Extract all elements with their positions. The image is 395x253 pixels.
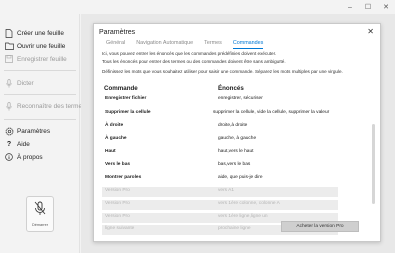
settings-dialog: Paramètres ✕ Général Navigation Automati… (93, 23, 381, 242)
sidebar-item-settings[interactable]: Paramètres (4, 125, 50, 137)
locked-command-row: Version Pro vers A1 (102, 187, 338, 197)
command-name: Supprimer la cellule (105, 110, 151, 115)
sidebar-item-save-sheet[interactable]: Enregistrer feuille (4, 53, 67, 65)
utterances-value: haut,vers le haut (218, 149, 254, 154)
sidebar-item-label: Créer une feuille (17, 29, 64, 37)
sidebar-item-recognize-terms[interactable]: Reconnaître des termes (4, 100, 85, 112)
close-icon[interactable]: ✕ (367, 27, 374, 36)
sidebar: Créer une feuille Ouvrir une feuille Enr… (0, 14, 85, 253)
microphone-icon (4, 101, 14, 111)
sidebar-divider (4, 94, 76, 95)
description-line: Tous les énoncés pour entrer des termes … (102, 59, 286, 64)
app-window: – ☐ ✕ Créer une feuille Ouvrir une feuil… (0, 0, 395, 253)
sidebar-item-open-sheet[interactable]: Ouvrir une feuille (4, 40, 65, 52)
minimize-icon[interactable]: – (341, 0, 359, 14)
sidebar-item-label: Enregistrer feuille (17, 55, 67, 63)
utterances-value: vers 1ère colonne, colonne A (218, 201, 280, 206)
sidebar-item-label: À propos (17, 153, 43, 161)
command-name: Version Pro (105, 188, 130, 193)
command-row[interactable]: Montrer paroles aide, que puis-je dire (102, 174, 338, 184)
sidebar-item-new-sheet[interactable]: Créer une feuille (4, 27, 64, 39)
command-name: Montrer paroles (105, 175, 142, 180)
microphone-icon (4, 78, 14, 88)
microphone-off-icon (34, 201, 46, 221)
info-icon (4, 152, 14, 162)
sidebar-item-label: Paramètres (17, 127, 51, 135)
utterances-value: droite,à droite (218, 123, 248, 128)
utterances-value: supprimer la cellule, vide la cellule, s… (213, 110, 330, 115)
maximize-icon[interactable]: ☐ (359, 0, 377, 14)
title-bar: – ☐ ✕ (0, 0, 395, 14)
sidebar-item-label: Ouvrir une feuille (17, 42, 66, 50)
command-name: Version Pro (105, 201, 130, 206)
command-name: À gauche (105, 136, 127, 141)
utterances-value: enregistrer, sécuriser (218, 96, 263, 101)
buy-pro-button[interactable]: Acheter la version Pro (281, 221, 359, 232)
utterances-value: bas,vers le bas (218, 162, 251, 167)
utterances-value: vers 1ère ligne,ligne un (218, 214, 268, 219)
command-row[interactable]: À droite droite,à droite (102, 122, 338, 132)
utterances-value: prochaine ligne (218, 226, 251, 231)
sidebar-item-label: Dicter (17, 79, 34, 87)
column-header-command: Commande (104, 85, 138, 92)
command-name: Haut (105, 149, 116, 154)
tab-commands[interactable]: Commandes (232, 40, 264, 49)
window-controls: – ☐ ✕ (341, 0, 395, 14)
sidebar-item-label: Aide (17, 140, 30, 148)
tab-terms[interactable]: Termes (204, 40, 222, 49)
sidebar-divider (4, 119, 76, 120)
description-line: Définissez les mots que vous souhaitez u… (102, 69, 343, 74)
tab-auto-navigation[interactable]: Navigation Automatique (136, 40, 193, 49)
sidebar-item-dictate[interactable]: Dicter (4, 77, 34, 89)
description-line: Ici, vous pouvez entrer les énoncés que … (102, 51, 277, 56)
command-row[interactable]: Haut haut,vers le haut (102, 148, 338, 158)
command-name: Vers le bas (105, 162, 131, 167)
sidebar-item-help[interactable]: ? Aide (4, 138, 30, 150)
command-name: ligne suivante (105, 226, 135, 231)
command-name: Version Pro (105, 214, 130, 219)
locked-command-row: Version Pro vers 1ère colonne, colonne A (102, 200, 338, 210)
sidebar-item-label: Reconnaître des termes (17, 102, 86, 110)
tab-general[interactable]: Général (106, 40, 125, 49)
command-name: À droite (105, 123, 124, 128)
command-row[interactable]: Vers le bas bas,vers le bas (102, 161, 338, 171)
save-icon (4, 54, 14, 64)
dialog-title: Paramètres (99, 29, 136, 36)
scrollbar[interactable] (372, 124, 375, 204)
new-file-icon (4, 28, 14, 38)
help-icon: ? (6, 140, 12, 148)
open-folder-icon (4, 41, 14, 51)
gear-icon (4, 126, 14, 136)
command-row[interactable]: À gauche gauche, à gauche (102, 135, 338, 145)
command-row[interactable]: Enregistrer fichier enregistrer, sécuris… (102, 95, 338, 105)
utterances-value: vers A1 (218, 188, 234, 193)
column-header-utterances: Énoncés (218, 85, 244, 92)
close-window-icon[interactable]: ✕ (377, 0, 395, 14)
sidebar-item-about[interactable]: À propos (4, 151, 43, 163)
utterances-value: gauche, à gauche (218, 136, 257, 141)
utterances-value: aide, que puis-je dire (218, 175, 263, 180)
sidebar-divider (4, 70, 76, 71)
start-dictation-label: Démarrer (31, 223, 49, 227)
command-row[interactable]: Supprimer la cellule supprimer la cellul… (102, 109, 338, 119)
tab-bar: Général Navigation Automatique Termes Co… (106, 40, 274, 49)
command-name: Enregistrer fichier (105, 96, 147, 101)
start-dictation-button[interactable]: Démarrer (26, 196, 54, 232)
